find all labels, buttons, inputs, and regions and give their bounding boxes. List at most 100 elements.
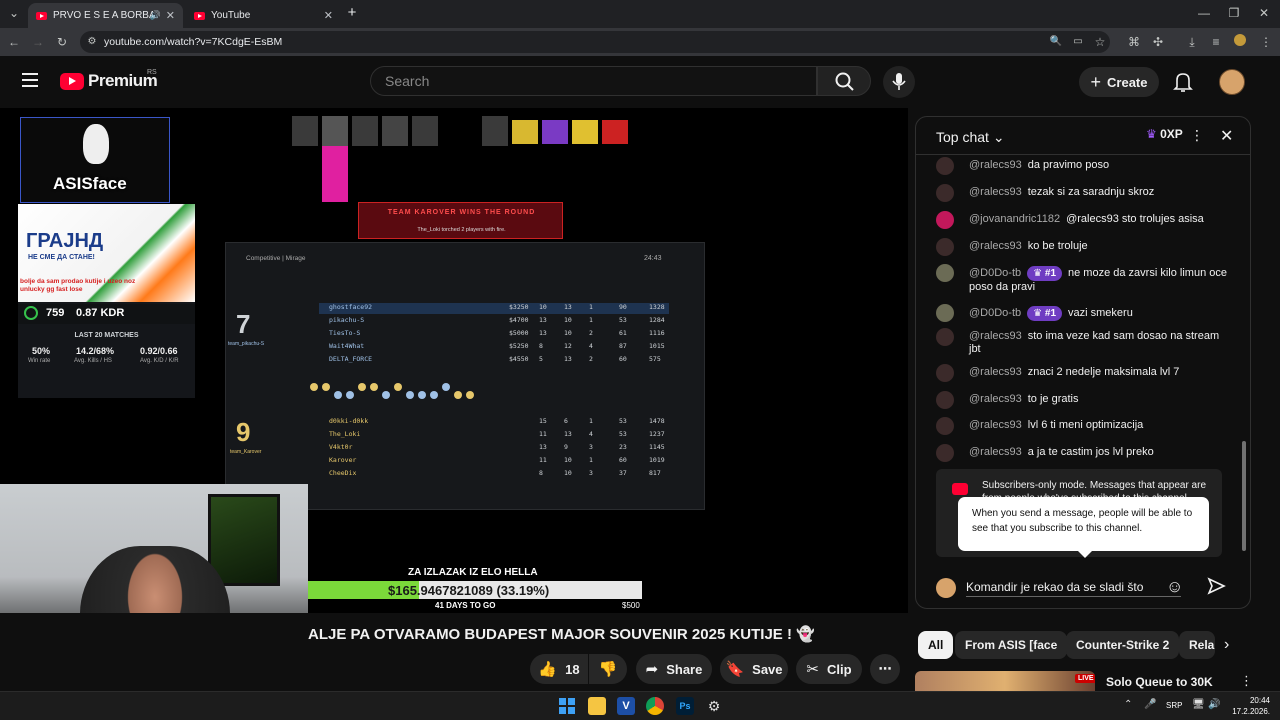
save-label: Save bbox=[752, 661, 783, 677]
volume-icon[interactable]: 🔊 bbox=[1208, 699, 1220, 710]
chat-close-icon[interactable]: ✕ bbox=[1220, 126, 1233, 146]
chat-author[interactable]: @jovanandric1182 bbox=[969, 213, 1060, 225]
rank-badge: ♛ #1 bbox=[1027, 306, 1063, 321]
tab-stream-title: PRVO E S E A BORBA ZA PR bbox=[53, 10, 153, 21]
chip-all[interactable]: All bbox=[918, 631, 954, 659]
search-button[interactable] bbox=[817, 66, 871, 96]
scissors-icon: ✂ bbox=[806, 661, 819, 678]
file-explorer-icon[interactable] bbox=[588, 697, 606, 715]
cast-icon[interactable]: ▭ bbox=[1070, 34, 1086, 50]
round-win-banner: TEAM KAROVER WINS THE ROUND The_Loki tor… bbox=[358, 202, 563, 239]
recommended-menu-icon[interactable]: ⋮ bbox=[1240, 673, 1253, 689]
user-avatar bbox=[936, 157, 954, 175]
tab-audio-icon[interactable]: 🔊 bbox=[150, 10, 161, 21]
app-v-icon[interactable]: V bbox=[617, 697, 635, 715]
chat-scrollbar[interactable] bbox=[1242, 161, 1246, 561]
site-info-icon[interactable]: ⚙ bbox=[84, 34, 100, 50]
chat-menu-icon[interactable]: ⋮ bbox=[1190, 127, 1204, 144]
zoom-icon[interactable]: 🔍 bbox=[1048, 34, 1064, 50]
system-clock[interactable]: 20:44 17.2.2026. bbox=[1226, 695, 1270, 717]
chat-text: vazi smekeru bbox=[1068, 307, 1133, 319]
settings-gear-icon[interactable]: ⚙ bbox=[705, 697, 723, 715]
search-box[interactable] bbox=[370, 66, 817, 96]
chips-next-icon[interactable]: › bbox=[1224, 636, 1229, 654]
minimize-icon[interactable]: — bbox=[1196, 5, 1212, 21]
tray-mic-icon[interactable]: 🎤 bbox=[1144, 699, 1156, 710]
chat-message-input[interactable] bbox=[966, 577, 1181, 597]
chat-author[interactable]: @D0Do-tb bbox=[969, 267, 1021, 279]
tab-close-icon[interactable]: ✕ bbox=[324, 9, 333, 22]
notifications-bell-icon[interactable] bbox=[1173, 71, 1193, 93]
forward-icon[interactable]: → bbox=[30, 34, 46, 50]
search-input[interactable] bbox=[385, 73, 805, 89]
playlist-icon[interactable]: ≡ bbox=[1208, 34, 1224, 50]
tray-chevron-icon[interactable]: ⌃ bbox=[1124, 699, 1132, 710]
chat-author[interactable]: @ralecs93 bbox=[969, 159, 1022, 171]
emoji-icon[interactable]: ☺ bbox=[1166, 577, 1183, 597]
recommended-thumbnail[interactable]: LIVE bbox=[915, 671, 1095, 691]
clip-button[interactable]: ✂ Clip bbox=[796, 654, 862, 684]
voice-search-button[interactable] bbox=[883, 66, 915, 98]
chip-from-channel[interactable]: From ASIS [face bbox=[955, 631, 1068, 659]
send-icon[interactable] bbox=[1206, 576, 1226, 596]
menu-dots-icon[interactable]: ⋮ bbox=[1258, 34, 1274, 50]
chrome-icon[interactable] bbox=[646, 697, 664, 715]
chip-counter-strike[interactable]: Counter-Strike 2 bbox=[1066, 631, 1180, 659]
share-button[interactable]: ➦ Share bbox=[636, 654, 712, 684]
photoshop-icon[interactable]: Ps bbox=[676, 697, 694, 715]
keyboard-language[interactable]: SRP bbox=[1166, 701, 1182, 710]
download-icon[interactable]: ⤓ bbox=[1184, 34, 1200, 50]
user-avatar bbox=[936, 264, 954, 282]
windows-start-icon[interactable] bbox=[558, 697, 576, 715]
xp-badge[interactable]: ♛ 0XP bbox=[1146, 127, 1183, 141]
scoreboard-row: V4kt0r 13 9 3 23 1145 bbox=[329, 443, 665, 451]
new-tab-button[interactable]: + bbox=[344, 5, 360, 21]
like-count: 18 bbox=[565, 661, 580, 677]
chat-author[interactable]: @ralecs93 bbox=[969, 366, 1022, 378]
tab-stream[interactable]: PRVO E S E A BORBA ZA PR 🔊 ✕ bbox=[28, 3, 183, 28]
tab-youtube[interactable]: YouTube ✕ bbox=[186, 3, 341, 28]
chip-related[interactable]: Rela bbox=[1179, 631, 1215, 659]
chat-author[interactable]: @ralecs93 bbox=[969, 186, 1022, 198]
chat-author[interactable]: @ralecs93 bbox=[969, 446, 1022, 458]
save-button[interactable]: 🔖 Save bbox=[720, 654, 788, 684]
reload-icon[interactable]: ↻ bbox=[54, 34, 70, 50]
youtube-favicon-icon bbox=[36, 11, 47, 20]
stats-row: 50% Win rate 14.2/68% Avg. Kills / HS 0.… bbox=[18, 346, 195, 370]
sponsor-banner: ГРАЈНД НЕ СМЕ ДА СТАНЕ! bolje da sam pro… bbox=[18, 204, 195, 302]
youtube-logo-icon[interactable] bbox=[60, 73, 84, 90]
chat-author[interactable]: @ralecs93 bbox=[969, 240, 1022, 252]
dislike-button[interactable]: 👎 bbox=[589, 654, 627, 684]
create-button[interactable]: + Create bbox=[1079, 67, 1159, 97]
chat-author[interactable]: @ralecs93 bbox=[969, 330, 1022, 342]
close-window-icon[interactable]: ✕ bbox=[1256, 5, 1272, 21]
chat-author[interactable]: @D0Do-tb bbox=[969, 307, 1021, 319]
maximize-icon[interactable]: ❐ bbox=[1226, 5, 1242, 21]
bookmark-icon: 🔖 bbox=[725, 661, 745, 678]
puzzle-icon[interactable]: ✣ bbox=[1150, 34, 1166, 50]
like-button[interactable]: 👍 18 bbox=[530, 654, 588, 684]
back-icon[interactable]: ← bbox=[6, 34, 22, 50]
hamburger-menu-icon[interactable] bbox=[22, 73, 38, 87]
ct-team-name: team_pikachu-S bbox=[228, 341, 265, 347]
chat-author[interactable]: @ralecs93 bbox=[969, 419, 1022, 431]
tab-close-icon[interactable]: ✕ bbox=[166, 9, 175, 22]
chat-mode-dropdown[interactable]: Top chat ⌄ bbox=[936, 129, 1005, 146]
bookmark-star-icon[interactable]: ☆ bbox=[1092, 34, 1108, 50]
profile-icon[interactable] bbox=[1232, 34, 1248, 50]
url-text: youtube.com/watch?v=7KCdgE-EsBM bbox=[104, 36, 283, 48]
video-player[interactable]: TEAM KAROVER WINS THE ROUND The_Loki tor… bbox=[0, 108, 908, 613]
address-bar[interactable]: ⚙ youtube.com/watch?v=7KCdgE-EsBM 🔍 ▭ ☆ bbox=[80, 31, 1110, 53]
scoreboard-row: DELTA_FORCE $4550 5 13 2 60 575 bbox=[329, 355, 661, 363]
create-label: Create bbox=[1107, 74, 1148, 90]
network-icon[interactable]: 🖥 bbox=[1192, 699, 1205, 710]
chat-author[interactable]: @ralecs93 bbox=[969, 393, 1022, 405]
account-avatar[interactable] bbox=[1219, 69, 1245, 95]
recommended-title[interactable]: Solo Queue to 30K bbox=[1106, 675, 1213, 689]
t-score: 9 bbox=[236, 417, 251, 447]
tab-search-icon[interactable]: ⌄ bbox=[6, 5, 22, 21]
more-actions-button[interactable]: ⋯ bbox=[870, 654, 900, 684]
video-title: ALJE PA OTVARAMO BUDAPEST MAJOR SOUVENIR… bbox=[308, 626, 815, 643]
user-avatar bbox=[936, 417, 954, 435]
extension-icon[interactable]: ⌘ bbox=[1126, 34, 1142, 50]
